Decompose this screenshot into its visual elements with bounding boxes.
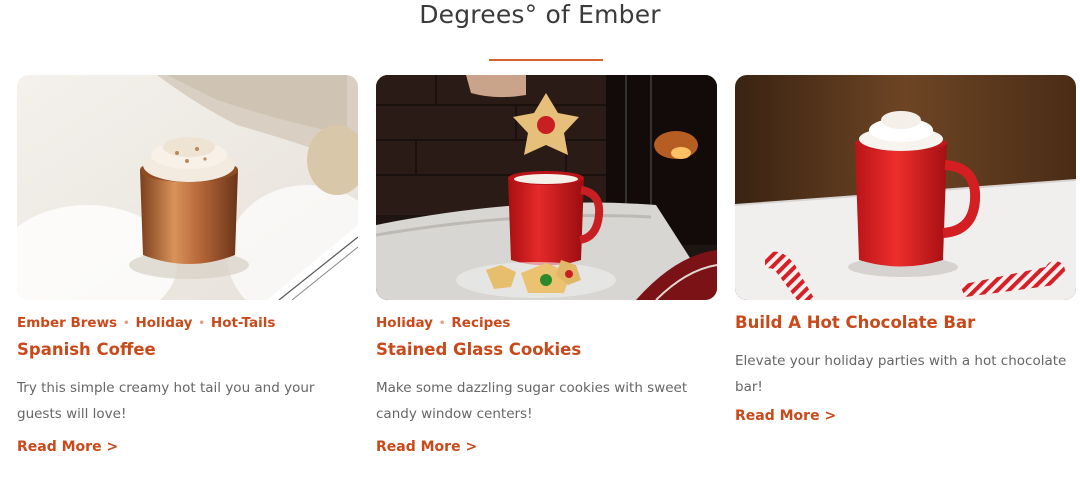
tag-link[interactable]: Recipes xyxy=(451,315,510,331)
tag-separator: • xyxy=(198,318,205,329)
tag-link[interactable]: Ember Brews xyxy=(17,315,117,331)
card-title-link[interactable]: Spanish Coffee xyxy=(17,339,358,361)
tag-link[interactable]: Hot-Tails xyxy=(211,315,276,331)
card-excerpt: Try this simple creamy hot tail you and … xyxy=(17,380,315,422)
card-excerpt: Elevate your holiday parties with a hot … xyxy=(735,353,1067,395)
blog-card-spanish-coffee: Ember Brews • Holiday • Hot-Tails Spanish Co… xyxy=(17,75,358,455)
read-more-link[interactable]: Read More > xyxy=(735,408,836,424)
card-tags: Ember Brews • Holiday • Hot-Tails xyxy=(17,314,358,333)
card-image-spanish-coffee[interactable] xyxy=(17,75,358,300)
card-tags: Holiday • Recipes xyxy=(376,314,717,333)
hot-chocolate-mug-image xyxy=(735,75,1076,300)
card-excerpt: Make some dazzling sugar cookies with sw… xyxy=(376,380,688,422)
card-title-link[interactable]: Stained Glass Cookies xyxy=(376,339,717,361)
read-more-link[interactable]: Read More > xyxy=(376,439,477,455)
tag-separator: • xyxy=(439,318,446,329)
blog-card-hot-chocolate-bar: Build A Hot Chocolate Bar Elevate your h… xyxy=(735,75,1076,424)
read-more-link[interactable]: Read More > xyxy=(17,439,118,455)
section-title: Degrees° of Ember xyxy=(419,0,661,29)
tag-separator: • xyxy=(123,318,130,329)
card-title-link[interactable]: Build A Hot Chocolate Bar xyxy=(735,312,1076,334)
red-mug-cookies-image xyxy=(376,75,717,300)
copper-mug-image xyxy=(17,75,358,300)
blog-card-stained-glass-cookies: Holiday • Recipes Stained Glass Cookies Ma… xyxy=(376,75,717,455)
title-divider xyxy=(489,59,603,61)
tag-link[interactable]: Holiday xyxy=(376,315,433,331)
card-image-hot-chocolate-bar[interactable] xyxy=(735,75,1076,300)
card-image-stained-glass-cookies[interactable] xyxy=(376,75,717,300)
tag-link[interactable]: Holiday xyxy=(135,315,192,331)
